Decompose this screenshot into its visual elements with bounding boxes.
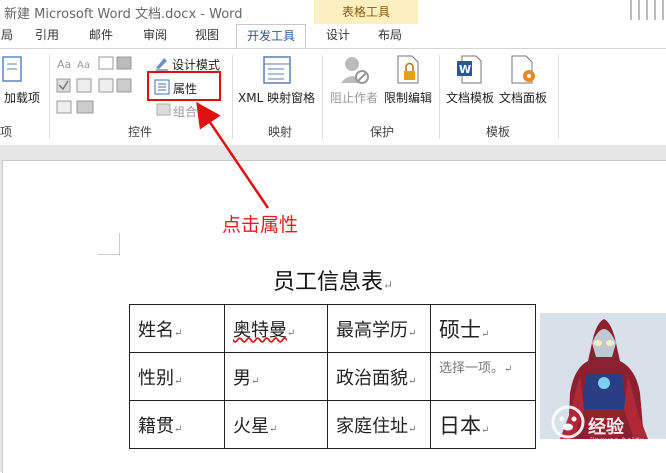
cell-text: 硕士 — [439, 317, 481, 342]
table-row: 姓名↵ 奥特曼↵ 最高学历↵ 硕士↵ — [129, 304, 536, 353]
group-separator — [322, 55, 323, 139]
xml-mapping-icon — [263, 56, 291, 84]
paragraph-mark: ↵ — [481, 328, 490, 340]
restrict-editing-button[interactable]: 限制编辑 — [384, 89, 432, 106]
ribbon-tab-row: 局 引用 邮件 审阅 视图 开发工具 设计 布局 — [0, 24, 666, 49]
cell-text: 男 — [233, 367, 251, 389]
paragraph-mark: ↵ — [382, 278, 394, 292]
content-controls-icons: Aa Aa — [56, 56, 132, 114]
document-panel-icon — [511, 55, 535, 84]
title-bar-decoration — [626, 0, 666, 20]
paragraph-mark: ↵ — [251, 375, 260, 387]
tab-references[interactable]: 引用 — [30, 24, 64, 48]
document-template-icon: W — [457, 55, 482, 84]
title-bar: 新建 Microsoft Word 文档.docx - Word 表格工具 — [0, 0, 666, 24]
svg-text:W: W — [459, 63, 471, 76]
svg-text:Aa: Aa — [77, 60, 90, 71]
tab-review[interactable]: 审阅 — [138, 24, 172, 48]
cell-text: 姓名 — [138, 319, 174, 341]
paragraph-mark: ↵ — [174, 327, 183, 339]
paragraph-mark: ↵ — [504, 364, 513, 375]
table-cell[interactable]: 最高学历↵ — [327, 304, 431, 353]
paragraph-mark: ↵ — [269, 423, 278, 435]
cell-text: 籍贯 — [138, 415, 174, 437]
table-cell[interactable]: 籍贯↵ — [129, 400, 225, 449]
document-panel-button[interactable]: 文档面板 — [499, 89, 547, 106]
properties-highlight-box — [147, 71, 221, 101]
table-row: 性别↵ 男↵ 政治面貌↵ 选择一项。↵ — [129, 352, 536, 401]
table-cell[interactable]: 姓名↵ — [129, 304, 225, 353]
paragraph-mark: ↵ — [174, 423, 183, 435]
table-cell[interactable]: 日本↵ — [430, 400, 536, 449]
cell-text: 奥特曼 — [233, 319, 287, 341]
block-authors-button[interactable]: 阻止作者 — [330, 89, 378, 106]
cell-text: 最高学历 — [336, 319, 408, 341]
paragraph-mark: ↵ — [287, 327, 296, 339]
cell-text: 日本 — [439, 413, 481, 438]
group-separator — [558, 55, 559, 139]
addins-icon — [2, 56, 22, 82]
paragraph-mark: ↵ — [408, 423, 417, 435]
context-tab-group-label: 表格工具 — [314, 0, 418, 24]
svg-text:Aa: Aa — [57, 58, 71, 71]
addins-button[interactable]: 加载项 — [4, 89, 40, 106]
tab-view[interactable]: 视图 — [190, 24, 224, 48]
group-separator — [232, 55, 233, 139]
cell-text: 政治面貌 — [336, 367, 408, 389]
table-cell[interactable]: 家庭住址↵ — [327, 400, 431, 449]
paragraph-mark: ↵ — [408, 327, 417, 339]
xml-mapping-pane-button[interactable]: XML 映射窗格 — [238, 89, 315, 106]
group-separator — [49, 55, 50, 139]
block-authors-icon — [341, 57, 369, 84]
table-cell[interactable]: 政治面貌↵ — [327, 352, 431, 401]
employee-info-table: 姓名↵ 奥特曼↵ 最高学历↵ 硕士↵ 性别↵ 男↵ 政治面貌↵ 选择一项。↵ 籍… — [129, 304, 536, 449]
document-title-text: 员工信息表 — [272, 270, 383, 295]
ribbon: 加载项 项 Aa Aa 设计模式 属性 组合 控件 XML 映射窗格 映射 阻止… — [0, 49, 666, 146]
addins-group-label: 项 — [0, 125, 13, 139]
templates-group-label: 模板 — [485, 125, 510, 139]
click-properties-annotation: 点击属性 — [222, 214, 299, 236]
table-cell[interactable]: 男↵ — [224, 352, 328, 401]
table-cell[interactable]: 性别↵ — [129, 352, 225, 401]
group-icon — [156, 103, 171, 116]
group-button[interactable]: 组合 — [173, 103, 197, 120]
cell-text: 性别 — [138, 367, 174, 389]
dropdown-placeholder-text: 选择一项。 — [439, 361, 505, 376]
mapping-group-label: 映射 — [267, 125, 292, 139]
protect-group-label: 保护 — [369, 125, 394, 139]
tab-mailings[interactable]: 邮件 — [84, 24, 118, 48]
document-title: 员工信息表↵ — [0, 264, 666, 296]
document-template-button[interactable]: 文档模板 — [446, 89, 494, 106]
paragraph-mark: ↵ — [481, 424, 490, 436]
design-mode-icon — [156, 58, 168, 71]
tab-design[interactable]: 设计 — [320, 24, 356, 48]
table-cell[interactable]: 火星↵ — [224, 400, 328, 449]
window-title: 新建 Microsoft Word 文档.docx - Word — [4, 7, 243, 22]
tab-layout-partial[interactable]: 局 — [0, 24, 14, 48]
table-cell[interactable]: 奥特曼↵ — [224, 304, 328, 353]
controls-group-label: 控件 — [127, 125, 152, 139]
cell-text: 家庭住址 — [336, 415, 408, 437]
tab-table-layout[interactable]: 布局 — [372, 24, 408, 48]
paragraph-mark: ↵ — [174, 375, 183, 387]
dropdown-content-control[interactable]: 选择一项。↵ — [430, 352, 536, 401]
watermark-subtext: jingyan.baidu.com — [590, 436, 664, 445]
restrict-editing-icon — [397, 55, 419, 84]
cell-text: 火星 — [233, 415, 269, 437]
tab-developer[interactable]: 开发工具 — [236, 24, 306, 48]
page-corner-mark — [98, 233, 120, 255]
paragraph-mark: ↵ — [408, 375, 417, 387]
table-row: 籍贯↵ 火星↵ 家庭住址↵ 日本↵ — [129, 400, 536, 449]
table-cell[interactable]: 硕士↵ — [430, 304, 536, 353]
group-separator — [439, 55, 440, 139]
